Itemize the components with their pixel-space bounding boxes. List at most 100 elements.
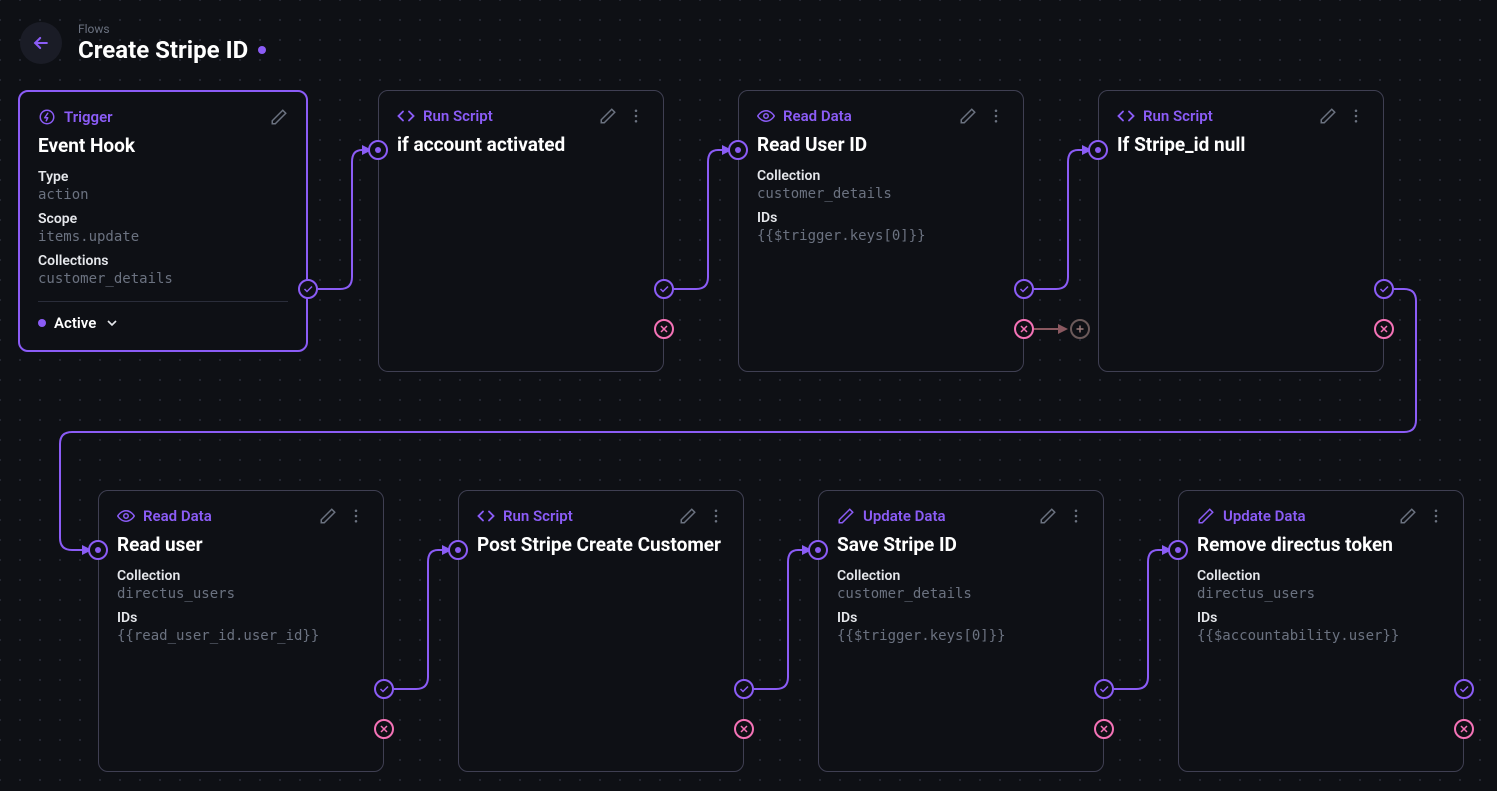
port-reject[interactable] [654,319,674,339]
port-entry[interactable] [448,540,468,560]
port-entry[interactable] [808,540,828,560]
dots-vertical-icon [1347,107,1365,125]
port-resolve[interactable] [1014,279,1034,299]
port-resolve[interactable] [1374,279,1394,299]
dots-vertical-icon [1427,507,1445,525]
pencil-icon [319,507,337,525]
node-type-label: Trigger [64,108,113,126]
edit-button[interactable] [1399,507,1417,525]
meta-value: directus_users [117,586,365,602]
dots-vertical-icon [707,507,725,525]
meta-value: {{$trigger.keys[0]}} [837,628,1085,644]
meta-value: customer_details [757,186,1005,202]
port-entry[interactable] [1088,140,1108,160]
port-reject[interactable] [734,719,754,739]
node-title: Save Stripe ID [837,533,1085,558]
arrow-left-icon [31,33,51,53]
more-button[interactable] [1427,507,1445,525]
dots-vertical-icon [987,107,1005,125]
port-resolve[interactable] [734,679,754,699]
node-type-label: Run Script [423,107,493,125]
more-button[interactable] [627,107,645,125]
dots-vertical-icon [347,507,365,525]
port-reject[interactable] [1374,319,1394,339]
node-type-label: Update Data [863,507,946,525]
more-button[interactable] [987,107,1005,125]
more-button[interactable] [347,507,365,525]
port-reject[interactable] [1014,319,1034,339]
port-resolve[interactable] [374,679,394,699]
pencil-icon [837,507,855,525]
pencil-icon [270,108,288,126]
status-label: Active [54,314,96,332]
meta-label: IDs [1197,610,1445,626]
pencil-icon [959,107,977,125]
code-icon [1117,107,1135,125]
status-dropdown[interactable]: Active [38,314,288,332]
meta-value: customer_details [38,271,288,287]
port-resolve[interactable] [298,279,318,299]
meta-label: Type [38,169,288,185]
pencil-icon [599,107,617,125]
meta-value: customer_details [837,586,1085,602]
more-button[interactable] [707,507,725,525]
port-resolve[interactable] [654,279,674,299]
edit-button[interactable] [319,507,337,525]
meta-value: directus_users [1197,586,1445,602]
port-entry[interactable] [368,140,388,160]
edit-button[interactable] [1319,107,1337,125]
node-title: Remove directus token [1197,533,1445,558]
status-dot-icon [38,319,46,327]
port-add[interactable] [1070,319,1090,339]
eye-icon [757,107,775,125]
port-entry[interactable] [728,140,748,160]
edit-button[interactable] [1039,507,1057,525]
port-resolve[interactable] [1454,679,1474,699]
port-reject[interactable] [1094,719,1114,739]
edit-button[interactable] [599,107,617,125]
operation-node[interactable]: Run Script Post Stripe Create Customer [458,490,744,772]
edit-button[interactable] [270,108,288,126]
port-reject[interactable] [374,719,394,739]
meta-label: Collection [757,168,1005,184]
port-reject[interactable] [1454,719,1474,739]
node-type-label: Read Data [783,107,852,125]
meta-value: {{$accountability.user}} [1197,628,1445,644]
operation-node[interactable]: Read Data Read user Collection directus_… [98,490,384,772]
meta-value: items.update [38,229,288,245]
more-button[interactable] [1067,507,1085,525]
node-title: Read user [117,533,365,558]
meta-value: action [38,187,288,203]
port-resolve[interactable] [1094,679,1114,699]
node-type-label: Run Script [1143,107,1213,125]
node-type-label: Read Data [143,507,212,525]
trigger-node[interactable]: Trigger Event Hook Type action Scope ite… [18,90,308,352]
operation-node[interactable]: Run Script if account activated [378,90,664,372]
code-icon [397,107,415,125]
operation-node[interactable]: Read Data Read User ID Collection custom… [738,90,1024,372]
meta-label: Scope [38,211,288,227]
breadcrumb[interactable]: Flows [78,22,266,36]
eye-icon [117,507,135,525]
port-entry[interactable] [1168,540,1188,560]
chevron-down-icon [104,315,120,331]
node-title: Read User ID [757,133,1005,158]
meta-value: {{read_user_id.user_id}} [117,628,365,644]
operation-node[interactable]: Run Script If Stripe_id null [1098,90,1384,372]
meta-label: Collection [1197,568,1445,584]
more-button[interactable] [1347,107,1365,125]
edit-button[interactable] [959,107,977,125]
pencil-icon [679,507,697,525]
dots-vertical-icon [627,107,645,125]
port-entry[interactable] [88,540,108,560]
meta-label: IDs [837,610,1085,626]
operation-node[interactable]: Update Data Remove directus token Collec… [1178,490,1464,772]
back-button[interactable] [20,22,62,64]
node-title: Post Stripe Create Customer [477,533,725,558]
edit-button[interactable] [679,507,697,525]
pencil-icon [1319,107,1337,125]
operation-node[interactable]: Update Data Save Stripe ID Collection cu… [818,490,1104,772]
node-type-label: Run Script [503,507,573,525]
pencil-icon [1197,507,1215,525]
page-title: Create Stripe ID [78,36,248,64]
